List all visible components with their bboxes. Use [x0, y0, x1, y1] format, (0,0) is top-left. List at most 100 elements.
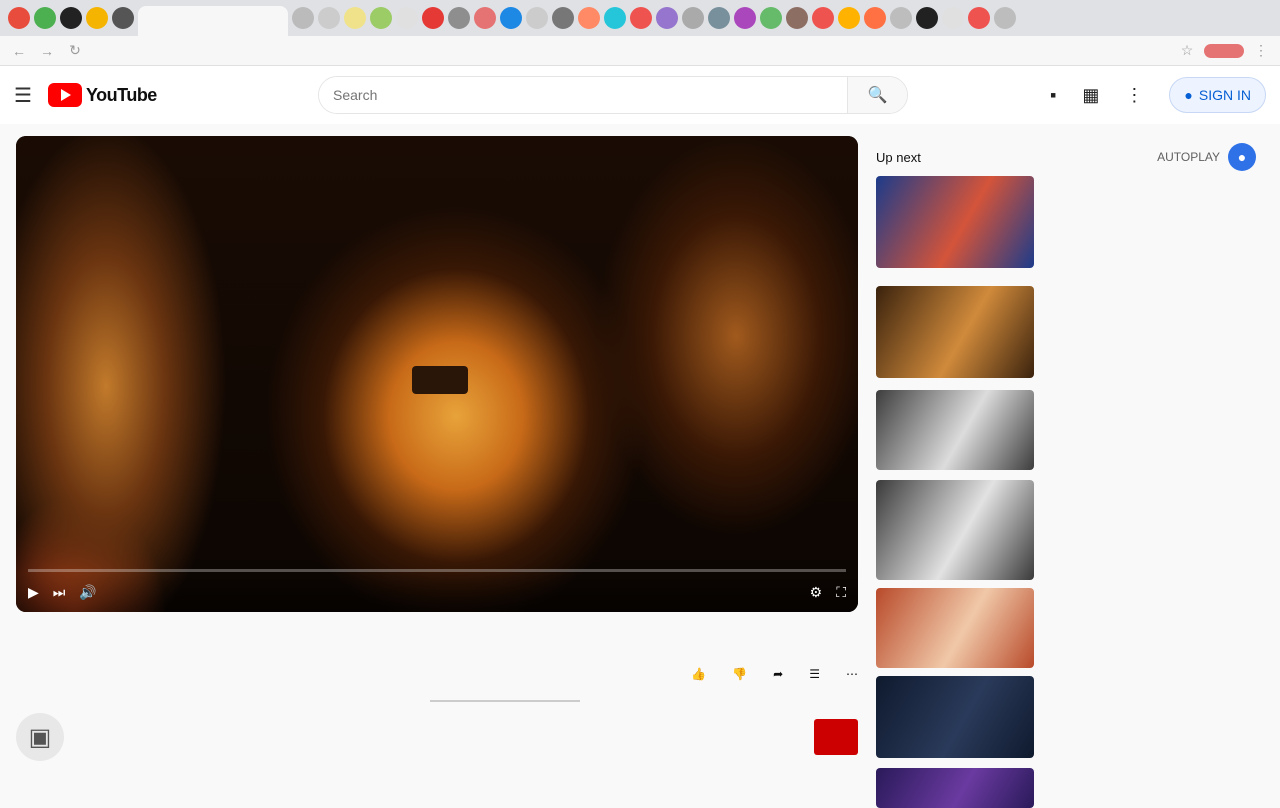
- fullscreen-icon[interactable]: ⛶: [836, 584, 846, 601]
- logo-text: YouTube: [86, 84, 157, 105]
- thumbs-down-icon: 👎: [732, 667, 748, 681]
- playlist-add-icon: ☰: [809, 667, 820, 681]
- browser-tab-favicon[interactable]: [864, 7, 886, 29]
- recommendation-thumbnail[interactable]: [876, 768, 1034, 808]
- recommendation-item[interactable]: [876, 390, 1256, 470]
- channel-avatar[interactable]: ▣: [16, 713, 64, 761]
- apps-grid-icon[interactable]: ▦: [1082, 85, 1099, 106]
- recommendation-item[interactable]: [876, 286, 1256, 378]
- share-button[interactable]: ➦: [773, 667, 789, 681]
- browser-tab-favicon[interactable]: [578, 7, 600, 29]
- browser-tab-favicon[interactable]: [968, 7, 990, 29]
- sign-in-label: SIGN IN: [1198, 87, 1251, 103]
- browser-tab-favicon[interactable]: [942, 7, 964, 29]
- browser-tab-favicon[interactable]: [448, 7, 470, 29]
- up-next-header: Up next AUTOPLAY ●: [876, 143, 1256, 171]
- youtube-logo[interactable]: YouTube: [48, 83, 278, 107]
- more-actions-button[interactable]: ⋯: [846, 667, 858, 681]
- video-actions: 👍 👎 ➦ ☰ ⋯: [691, 667, 858, 681]
- browser-tab-favicon[interactable]: [344, 7, 366, 29]
- recommendation-info: [1044, 286, 1256, 378]
- browser-tab-favicon[interactable]: [500, 7, 522, 29]
- browser-tab-favicon[interactable]: [292, 7, 314, 29]
- header-actions: ▪ ▦ ⋮ ● SIGN IN: [1050, 77, 1266, 113]
- browser-tab-favicon[interactable]: [396, 7, 418, 29]
- video-player[interactable]: ▶ ⏭ 🔊 ⚙ ⛶: [16, 136, 858, 612]
- browser-tab-favicon[interactable]: [422, 7, 444, 29]
- recommendation-item[interactable]: [876, 676, 1256, 758]
- browser-tab-favicon[interactable]: [630, 7, 652, 29]
- recommendation-thumbnail[interactable]: [876, 390, 1034, 470]
- create-video-icon[interactable]: ▪: [1050, 85, 1056, 106]
- recommendation-item[interactable]: [876, 588, 1256, 668]
- extension-icon[interactable]: [1204, 43, 1244, 58]
- browser-tab-favicon[interactable]: [734, 7, 756, 29]
- browser-tab-favicon[interactable]: [916, 7, 938, 29]
- browser-tab-favicon[interactable]: [760, 7, 782, 29]
- recommendation-info: [1044, 768, 1256, 808]
- browser-tab-favicon[interactable]: [474, 7, 496, 29]
- autoplay-toggle[interactable]: ●: [1228, 143, 1256, 171]
- browser-tab-favicon[interactable]: [34, 7, 56, 29]
- video-frame-detail: [412, 366, 468, 394]
- youtube-play-icon: [48, 83, 82, 107]
- browser-tab-favicon[interactable]: [890, 7, 912, 29]
- recommendation-thumbnail[interactable]: [876, 676, 1034, 758]
- bookmark-star-icon[interactable]: ☆: [1180, 42, 1194, 59]
- player-controls: ▶ ⏭ 🔊 ⚙ ⛶: [16, 572, 858, 612]
- next-icon[interactable]: ⏭: [53, 584, 66, 601]
- reload-icon[interactable]: ↻: [68, 42, 82, 59]
- play-icon[interactable]: ▶: [28, 584, 39, 601]
- settings-gear-icon[interactable]: ⚙: [810, 584, 823, 601]
- browser-tab-favicon[interactable]: [604, 7, 626, 29]
- browser-tab-favicon[interactable]: [318, 7, 340, 29]
- browser-tab-favicon[interactable]: [60, 7, 82, 29]
- browser-tab-favicon[interactable]: [656, 7, 678, 29]
- volume-icon[interactable]: 🔊: [79, 584, 96, 601]
- extension-area: ☆ ⋮: [1180, 42, 1268, 59]
- recommendation-item[interactable]: [876, 176, 1256, 268]
- channel-row: ▣: [16, 710, 858, 764]
- site-header: ☰ YouTube 🔍 ▪ ▦ ⋮ ● SIGN IN: [0, 66, 1280, 124]
- recommendation-item[interactable]: [876, 768, 1256, 808]
- arrow-left-icon[interactable]: ←: [12, 43, 26, 59]
- browser-tab-favicon[interactable]: [526, 7, 548, 29]
- browser-tab-favicon[interactable]: [370, 7, 392, 29]
- browser-address-bar: ← → ↻ ☆ ⋮: [0, 36, 1280, 66]
- menu-dots-icon[interactable]: ⋮: [1254, 42, 1268, 59]
- browser-tab-favicon[interactable]: [8, 7, 30, 29]
- browser-tab-favicon[interactable]: [812, 7, 834, 29]
- subscribe-button[interactable]: [814, 719, 858, 755]
- sign-in-button[interactable]: ● SIGN IN: [1169, 77, 1266, 113]
- browser-tab-favicon[interactable]: [708, 7, 730, 29]
- search-input[interactable]: [319, 77, 847, 113]
- browser-tab-active[interactable]: [138, 6, 288, 36]
- dislike-button[interactable]: 👎: [732, 667, 753, 681]
- search-bar: 🔍: [318, 76, 908, 114]
- like-button[interactable]: 👍: [691, 667, 712, 681]
- save-button[interactable]: ☰: [809, 667, 826, 681]
- recommendation-thumbnail[interactable]: [876, 588, 1034, 668]
- browser-tab-favicon[interactable]: [112, 7, 134, 29]
- browser-tab-favicon[interactable]: [838, 7, 860, 29]
- recommendation-thumbnail[interactable]: [876, 176, 1034, 268]
- hamburger-menu-icon[interactable]: ☰: [14, 83, 48, 108]
- recommendation-info: [1044, 480, 1256, 580]
- browser-tab-favicon[interactable]: [552, 7, 574, 29]
- recommendation-info: [1044, 676, 1256, 758]
- recommendation-thumbnail[interactable]: [876, 480, 1034, 580]
- arrow-right-icon[interactable]: →: [40, 43, 54, 59]
- browser-tab-favicon[interactable]: [786, 7, 808, 29]
- recommendation-info: [1044, 588, 1256, 668]
- browser-tab-favicon[interactable]: [682, 7, 704, 29]
- thumbs-up-icon: 👍: [691, 667, 707, 681]
- settings-dots-icon[interactable]: ⋮: [1125, 85, 1143, 106]
- search-icon[interactable]: 🔍: [847, 77, 907, 113]
- browser-tab-favicon[interactable]: [86, 7, 108, 29]
- recommendation-item[interactable]: [876, 480, 1256, 580]
- browser-tab-favicon[interactable]: [994, 7, 1016, 29]
- browser-tab-strip: [0, 0, 1280, 36]
- recommendation-thumbnail[interactable]: [876, 286, 1034, 378]
- autoplay-label: AUTOPLAY: [1157, 150, 1220, 164]
- recommendation-info: [1044, 390, 1256, 470]
